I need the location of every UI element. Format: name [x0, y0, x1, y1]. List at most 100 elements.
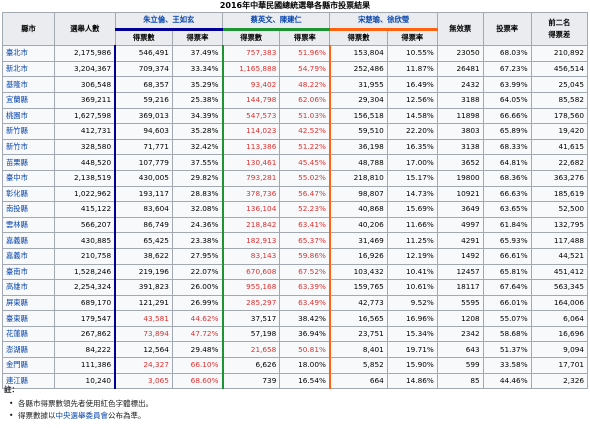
- table-row: 南投縣 415,122 83,604 32.08% 136,104 52.23% 40,86…: [1, 201, 589, 218]
- turnout-cell: 55.07%: [482, 310, 532, 327]
- county-cell[interactable]: 新北市: [1, 60, 56, 78]
- voters-cell: 210,758: [54, 247, 116, 265]
- dpp-votes-cell: 670,608: [221, 263, 281, 281]
- note-prefix: 得票數據以: [18, 411, 56, 420]
- dpp-votes-cell: 955,168: [221, 279, 281, 296]
- pfp-rate-cell: 15.17%: [386, 169, 438, 187]
- county-cell[interactable]: 基隆市: [1, 76, 56, 93]
- dpp-rate-cell: 62.06%: [279, 91, 331, 109]
- header-top2-diff-line2: 得票差: [548, 30, 571, 40]
- invalid-cell: 3652: [436, 154, 484, 171]
- diff-cell: 164,006: [530, 294, 589, 312]
- turnout-cell: 51.37%: [482, 341, 532, 359]
- county-cell[interactable]: 新竹市: [1, 138, 56, 156]
- county-cell[interactable]: 花蓮縣: [1, 325, 56, 343]
- dpp-votes-cell: 37,517: [221, 310, 281, 327]
- dpp-rate-cell: 38.42%: [279, 310, 331, 327]
- voters-cell: 3,204,367: [54, 60, 116, 78]
- candidate-dpp-link[interactable]: 蔡英文、陳建仁: [221, 12, 331, 31]
- county-cell[interactable]: 屏東縣: [1, 294, 56, 312]
- diff-cell: 16,696: [530, 325, 589, 343]
- turnout-cell: 67.23%: [482, 60, 532, 78]
- kmt-votes-cell: 59,216: [114, 91, 173, 109]
- county-cell[interactable]: 澎湖縣: [1, 341, 56, 359]
- pfp-votes-cell: 98,807: [328, 185, 388, 203]
- kmt-votes-cell: 38,622: [114, 247, 173, 265]
- dpp-votes-cell: 136,104: [221, 201, 281, 218]
- dpp-rate-cell: 45.45%: [279, 154, 331, 171]
- candidate-pfp-link[interactable]: 宋楚瑜、徐欣瑩: [329, 12, 438, 31]
- invalid-cell: 3649: [436, 201, 484, 218]
- header-dpp-votes: 得票數: [221, 28, 281, 47]
- dpp-rate-cell: 56.47%: [279, 185, 331, 203]
- diff-cell: 44,521: [530, 247, 589, 265]
- dpp-votes-cell: 757,383: [221, 45, 281, 62]
- header-top2-diff-line1: 前二名: [548, 18, 571, 28]
- pfp-votes-cell: 156,518: [328, 107, 388, 125]
- table-row: 臺北市 2,175,986 546,491 37.49% 757,383 51.96% 15…: [1, 45, 589, 62]
- kmt-rate-cell: 35.28%: [171, 123, 224, 140]
- table-row: 基隆市 306,548 68,357 35.29% 93,402 48.22% 31,955…: [1, 76, 589, 93]
- invalid-cell: 4997: [436, 216, 484, 234]
- kmt-rate-cell: 28.83%: [171, 185, 224, 203]
- county-cell[interactable]: 高雄市: [1, 279, 56, 296]
- results-body: 臺北市 2,175,986 546,491 37.49% 757,383 51.96% 15…: [1, 45, 589, 390]
- candidate-kmt-link[interactable]: 朱立倫、王如玄: [114, 12, 224, 31]
- pfp-votes-cell: 218,810: [328, 169, 388, 187]
- invalid-cell: 3188: [436, 91, 484, 109]
- county-cell[interactable]: 苗栗縣: [1, 154, 56, 171]
- kmt-votes-cell: 219,196: [114, 263, 173, 281]
- dpp-rate-cell: 63.49%: [279, 294, 331, 312]
- kmt-votes-cell: 391,823: [114, 279, 173, 296]
- invalid-cell: 599: [436, 357, 484, 374]
- county-cell[interactable]: 雲林縣: [1, 216, 56, 234]
- pfp-rate-cell: 15.69%: [386, 201, 438, 218]
- voters-cell: 415,122: [54, 201, 116, 218]
- pfp-votes-cell: 31,955: [328, 76, 388, 93]
- county-cell[interactable]: 嘉義縣: [1, 232, 56, 249]
- county-cell[interactable]: 新竹縣: [1, 123, 56, 140]
- county-cell[interactable]: 南投縣: [1, 201, 56, 218]
- header-kmt-votes: 得票數: [114, 28, 173, 47]
- dpp-rate-cell: 50.81%: [279, 341, 331, 359]
- turnout-cell: 61.84%: [482, 216, 532, 234]
- table-row: 臺東縣 179,547 43,581 44.62% 37,517 38.42% 16,565…: [1, 310, 589, 327]
- county-cell[interactable]: 桃園市: [1, 107, 56, 125]
- turnout-cell: 66.66%: [482, 107, 532, 125]
- dpp-rate-cell: 65.37%: [279, 232, 331, 249]
- dpp-votes-cell: 6,626: [221, 357, 281, 374]
- kmt-rate-cell: 33.34%: [171, 60, 224, 78]
- county-cell[interactable]: 嘉義市: [1, 247, 56, 265]
- county-cell[interactable]: 金門縣: [1, 357, 56, 374]
- kmt-votes-cell: 83,604: [114, 201, 173, 218]
- turnout-cell: 66.01%: [482, 294, 532, 312]
- county-cell[interactable]: 臺東縣: [1, 310, 56, 327]
- note-item: • 各縣市得票數領先者使用紅色字體標出。: [9, 398, 584, 410]
- voters-cell: 1,528,246: [54, 263, 116, 281]
- note-item: • 得票數據以中央選舉委員會公布為準。: [9, 410, 584, 422]
- kmt-votes-cell: 12,564: [114, 341, 173, 359]
- invalid-cell: 10921: [436, 185, 484, 203]
- kmt-votes-cell: 68,357: [114, 76, 173, 93]
- county-cell[interactable]: 宜蘭縣: [1, 91, 56, 109]
- pfp-rate-cell: 16.96%: [386, 310, 438, 327]
- dpp-rate-cell: 18.00%: [279, 357, 331, 374]
- pfp-votes-cell: 31,469: [328, 232, 388, 249]
- pfp-rate-cell: 11.66%: [386, 216, 438, 234]
- kmt-rate-cell: 24.36%: [171, 216, 224, 234]
- invalid-cell: 11898: [436, 107, 484, 125]
- pfp-rate-cell: 14.58%: [386, 107, 438, 125]
- voters-cell: 111,386: [54, 357, 116, 374]
- pfp-votes-cell: 252,486: [328, 60, 388, 78]
- county-cell[interactable]: 臺中市: [1, 169, 56, 187]
- kmt-rate-cell: 22.07%: [171, 263, 224, 281]
- dpp-votes-cell: 285,297: [221, 294, 281, 312]
- cec-link[interactable]: 中央選舉委員會: [56, 411, 109, 420]
- county-cell[interactable]: 彰化縣: [1, 185, 56, 203]
- county-cell[interactable]: 臺北市: [1, 45, 56, 62]
- turnout-cell: 68.33%: [482, 138, 532, 156]
- county-cell[interactable]: 臺南市: [1, 263, 56, 281]
- table-row: 花蓮縣 267,862 73,894 47.72% 57,198 36.94% 23,751…: [1, 325, 589, 343]
- dpp-rate-cell: 54.79%: [279, 60, 331, 78]
- table-row: 彰化縣 1,022,962 193,117 28.83% 378,736 56.47% 98…: [1, 185, 589, 203]
